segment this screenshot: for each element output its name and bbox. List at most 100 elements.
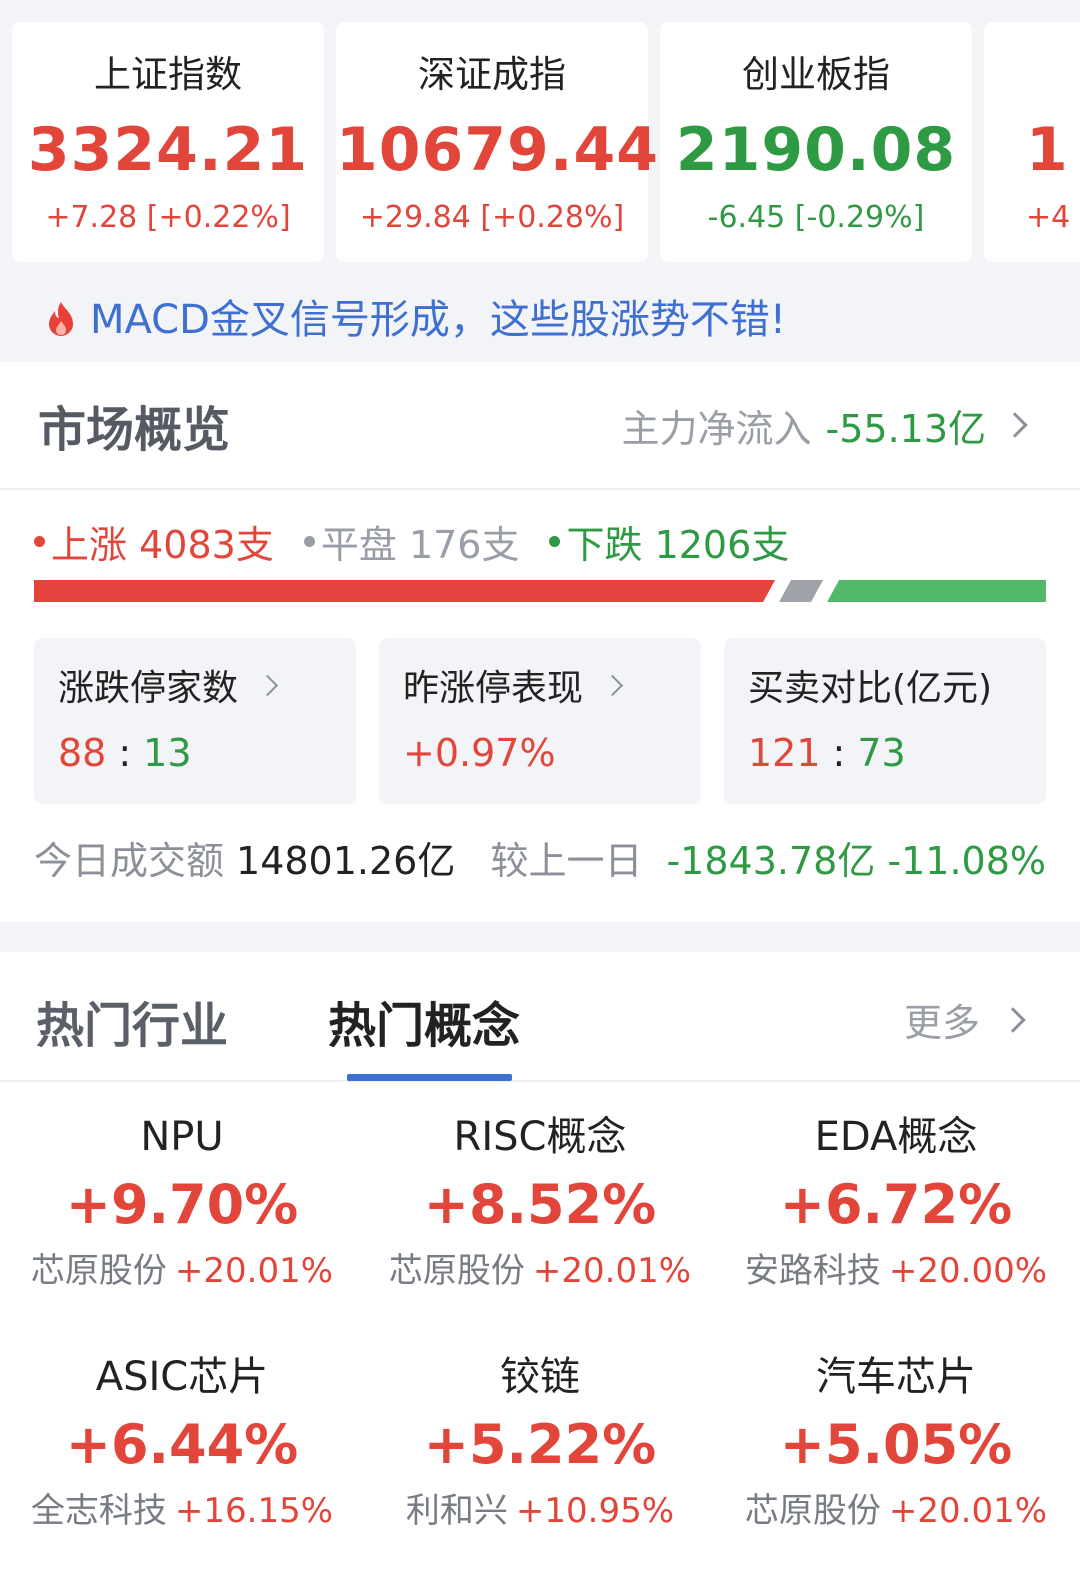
active-tab-indicator: [347, 1074, 512, 1081]
hot-section: 热门行业 热门概念 更多 NPU +9.70% 芯原股份 +20.01% RISC…: [0, 952, 1080, 1590]
breadth-bar: [34, 580, 1046, 602]
inflow-value: -55.13亿: [825, 406, 987, 451]
limit-down-count: 13: [143, 731, 192, 775]
chevron-right-icon: [601, 674, 624, 696]
leading-stock: 芯原股份 +20.01%: [360, 1246, 720, 1296]
index-card-shenzhen[interactable]: 深证成指 10679.44 +29.84 [+0.28%]: [336, 22, 660, 262]
concept-change: +5.22%: [423, 1413, 657, 1476]
more-label: 更多: [903, 1001, 980, 1045]
index-card-partial[interactable]: 1 +4: [984, 22, 1080, 262]
index-change: +7.28 [+0.22%]: [45, 200, 291, 235]
index-name: [1026, 50, 1080, 100]
concept-name: ASIC芯片: [95, 1354, 269, 1400]
breadth-counts: 上涨 4083支 平盘 176支 下跌 1206支: [34, 514, 819, 569]
down-count: 下跌 1206支: [549, 514, 789, 569]
stock-name: 芯原股份: [30, 1251, 167, 1291]
flame-icon: [49, 302, 73, 336]
stock-change: +16.15%: [174, 1491, 334, 1531]
concept-name: EDA概念: [814, 1114, 978, 1160]
chevron-right-icon: [256, 674, 279, 696]
tab-hot-industry[interactable]: 热门行业: [36, 986, 228, 1056]
market-header: 市场概览 主力净流入 -55.13亿: [0, 362, 1080, 490]
stat-label-text: 买卖对比(亿元): [748, 668, 993, 709]
concept-item[interactable]: 汽车芯片 +5.05% 芯原股份 +20.01%: [716, 1350, 1076, 1536]
stat-value: 88:13: [58, 731, 192, 775]
main-inflow-link[interactable]: 主力净流入 -55.13亿: [621, 398, 1028, 453]
concept-name: 铰链: [500, 1354, 580, 1400]
concept-item[interactable]: NPU +9.70% 芯原股份 +20.01%: [2, 1110, 362, 1296]
buy-sell-ratio-card: 买卖对比(亿元) 121:73: [724, 638, 1046, 804]
promo-banner[interactable]: MACD金叉信号形成，这些股涨势不错!: [0, 270, 1080, 362]
concept-name: NPU: [140, 1114, 224, 1160]
index-price: 2190.08: [675, 115, 957, 185]
up-dot-icon: [34, 536, 45, 547]
index-cards-row: 上证指数 3324.21 +7.28 [+0.22%] 深证成指 10679.4…: [0, 0, 1080, 270]
limit-count-card[interactable]: 涨跌停家数 88:13: [34, 638, 356, 804]
stat-label: 涨跌停家数: [58, 660, 356, 710]
concept-change: +5.05%: [779, 1413, 1013, 1476]
leading-stock: 芯原股份 +20.01%: [2, 1246, 362, 1296]
stat-label: 昨涨停表现: [403, 660, 701, 710]
breadth-bar-flat: [779, 580, 823, 602]
turnover-today: 今日成交额 14801.26亿: [34, 830, 455, 885]
up-value: 4083支: [139, 523, 274, 567]
stock-change: +20.01%: [888, 1491, 1048, 1531]
hot-tabs: 热门行业 热门概念 更多: [0, 952, 1080, 1082]
concept-change: +6.72%: [779, 1173, 1013, 1236]
chevron-right-icon: [1002, 412, 1028, 438]
concept-name: RISC概念: [453, 1114, 627, 1160]
concept-name: 汽车芯片: [816, 1354, 976, 1400]
leading-stock: 芯原股份 +20.01%: [716, 1486, 1076, 1536]
concept-change: +8.52%: [423, 1173, 657, 1236]
index-name: 深证成指: [418, 53, 566, 96]
market-overview: 市场概览 主力净流入 -55.13亿 上涨 4083支 平盘 176支 下跌 1…: [0, 362, 1080, 922]
index-name: 创业板指: [742, 53, 890, 96]
concept-change: +6.44%: [65, 1413, 299, 1476]
sell-amount: 73: [857, 731, 906, 775]
turnover-row: 今日成交额 14801.26亿 较上一日 -1843.78亿 -11.08%: [34, 830, 1046, 885]
leading-stock: 利和兴 +10.95%: [360, 1486, 720, 1536]
stat-value: 121:73: [748, 731, 906, 775]
index-change: +4: [1026, 200, 1071, 235]
stock-change: +20.00%: [888, 1251, 1048, 1291]
tab-hot-concept[interactable]: 热门概念: [328, 986, 520, 1056]
flat-label: 平盘: [320, 523, 397, 567]
breadth-bar-up: [34, 580, 775, 602]
yesterday-limit-card[interactable]: 昨涨停表现 +0.97%: [379, 638, 701, 804]
stock-name: 芯原股份: [744, 1491, 881, 1531]
up-label: 上涨: [51, 523, 128, 567]
up-count: 上涨 4083支: [34, 514, 274, 569]
turnover-label: 今日成交额: [34, 839, 225, 883]
leading-stock: 全志科技 +16.15%: [2, 1486, 362, 1536]
inflow-label: 主力净流入: [621, 406, 812, 451]
index-price: 10679.44: [336, 115, 660, 185]
concept-item[interactable]: RISC概念 +8.52% 芯原股份 +20.01%: [360, 1110, 720, 1296]
flat-value: 176支: [408, 523, 520, 567]
stock-change: +20.01%: [532, 1251, 692, 1291]
stat-label-text: 涨跌停家数: [58, 668, 239, 709]
stat-label: 买卖对比(亿元): [748, 660, 1046, 710]
concept-item[interactable]: EDA概念 +6.72% 安路科技 +20.00%: [716, 1110, 1076, 1296]
index-price: 1: [1026, 115, 1069, 185]
concept-change: +9.70%: [65, 1173, 299, 1236]
chevron-right-icon: [1000, 1006, 1026, 1033]
compare-label: 较上一日: [490, 839, 643, 883]
leading-stock: 安路科技 +20.00%: [716, 1246, 1076, 1296]
stock-name: 芯原股份: [388, 1251, 525, 1291]
promo-text: MACD金叉信号形成，这些股涨势不错!: [90, 297, 786, 343]
down-label: 下跌: [566, 523, 643, 567]
down-value: 1206支: [654, 523, 790, 567]
limit-up-count: 88: [58, 731, 107, 775]
index-card-chinext[interactable]: 创业板指 2190.08 -6.45 [-0.29%]: [660, 22, 972, 262]
buy-amount: 121: [748, 731, 821, 775]
concept-item[interactable]: 铰链 +5.22% 利和兴 +10.95%: [360, 1350, 720, 1536]
compare-value: -1843.78亿 -11.08%: [666, 839, 1046, 883]
stock-name: 利和兴: [405, 1491, 508, 1531]
index-card-shanghai[interactable]: 上证指数 3324.21 +7.28 [+0.22%]: [12, 22, 324, 262]
more-link[interactable]: 更多: [903, 992, 1026, 1047]
index-name: 上证指数: [94, 53, 242, 96]
stock-name: 安路科技: [744, 1251, 881, 1291]
index-change: -6.45 [-0.29%]: [707, 200, 925, 235]
concept-item[interactable]: ASIC芯片 +6.44% 全志科技 +16.15%: [2, 1350, 362, 1536]
breadth-bar-down: [827, 580, 1046, 602]
